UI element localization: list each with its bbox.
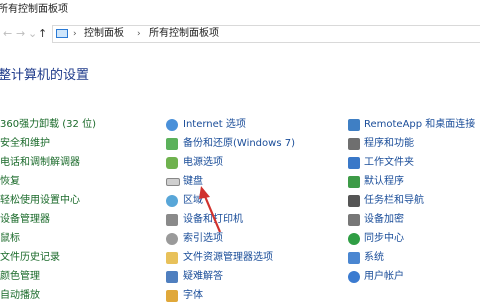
list-item-device-encryption[interactable]: 设备加密 xyxy=(364,214,404,226)
region-icon xyxy=(166,195,178,207)
breadcrumb-control-panel[interactable]: 控制面板 xyxy=(84,26,124,42)
default-programs-icon xyxy=(348,176,360,188)
list-item-default-programs[interactable]: 默认程序 xyxy=(364,176,404,188)
breadcrumb-separator: › xyxy=(137,29,141,39)
list-item-user-accounts[interactable]: 用户帐户 xyxy=(364,271,404,283)
user-accounts-icon xyxy=(348,271,360,283)
list-item-color-management[interactable]: 颜色管理 xyxy=(0,271,40,283)
file-explorer-options-icon xyxy=(166,252,178,264)
list-item-devices-printers[interactable]: 设备和打印机 xyxy=(183,214,243,226)
list-item-file-history[interactable]: 文件历史记录 xyxy=(0,252,60,264)
remoteapp-icon xyxy=(348,119,360,131)
list-item-fonts[interactable]: 字体 xyxy=(183,290,203,302)
list-item-keyboard[interactable]: 键盘 xyxy=(183,176,203,188)
page-title: 整计算机的设置 xyxy=(0,68,90,83)
power-options-icon xyxy=(166,157,178,169)
navigation-bar: ← → ⌄ ↑ › 控制面板 › 所有控制面板项 xyxy=(0,25,480,43)
list-item-security-maintenance[interactable]: 安全和维护 xyxy=(0,138,50,150)
list-item-phone-modem[interactable]: 电话和调制解调器 xyxy=(0,157,80,169)
list-item-internet-options[interactable]: Internet 选项 xyxy=(183,119,246,131)
list-item-remoteapp[interactable]: RemoteApp 和桌面连接 xyxy=(364,119,475,131)
list-item-recovery[interactable]: 恢复 xyxy=(0,176,20,188)
list-item-backup-restore[interactable]: 备份和还原(Windows 7) xyxy=(183,138,295,150)
arrow-shaft xyxy=(202,193,222,233)
list-item-file-explorer-options[interactable]: 文件资源管理器选项 xyxy=(183,252,273,264)
list-item-sync-center[interactable]: 同步中心 xyxy=(364,233,404,245)
list-item-work-folders[interactable]: 工作文件夹 xyxy=(364,157,414,169)
up-button[interactable]: ↑ xyxy=(38,26,47,42)
troubleshooting-icon xyxy=(166,271,178,283)
internet-options-icon xyxy=(166,119,178,131)
address-bar[interactable]: › 控制面板 › 所有控制面板项 xyxy=(52,25,480,43)
work-folders-icon xyxy=(348,157,360,169)
programs-features-icon xyxy=(348,138,360,150)
list-item-system[interactable]: 系统 xyxy=(364,252,384,264)
fonts-icon xyxy=(166,290,178,302)
control-panel-icon xyxy=(56,29,68,38)
list-item-ease-of-access[interactable]: 轻松使用设置中心 xyxy=(0,195,80,207)
list-item-region[interactable]: 区域 xyxy=(183,195,203,207)
indexing-options-icon xyxy=(166,233,178,245)
list-item-device-manager[interactable]: 设备管理器 xyxy=(0,214,50,226)
list-item-autoplay[interactable]: 自动播放 xyxy=(0,290,40,302)
recent-locations-button[interactable]: ⌄ xyxy=(28,26,37,42)
list-item-indexing-options[interactable]: 索引选项 xyxy=(183,233,223,245)
list-item-taskbar-navigation[interactable]: 任务栏和导航 xyxy=(364,195,424,207)
backup-restore-icon xyxy=(166,138,178,150)
device-encryption-icon xyxy=(348,214,360,226)
list-item-troubleshooting[interactable]: 疑难解答 xyxy=(183,271,223,283)
list-item-programs-features[interactable]: 程序和功能 xyxy=(364,138,414,150)
list-item-mouse[interactable]: 鼠标 xyxy=(0,233,20,245)
list-item-360-uninstall[interactable]: 360强力卸载 (32 位) xyxy=(0,119,96,131)
back-button[interactable]: ← xyxy=(3,26,12,42)
system-icon xyxy=(348,252,360,264)
devices-printers-icon xyxy=(166,214,178,226)
keyboard-icon xyxy=(166,178,180,186)
breadcrumb-all-items[interactable]: 所有控制面板项 xyxy=(149,26,219,42)
sync-center-icon xyxy=(348,233,360,245)
list-item-power-options[interactable]: 电源选项 xyxy=(183,157,223,169)
taskbar-navigation-icon xyxy=(348,195,360,207)
forward-button[interactable]: → xyxy=(16,26,25,42)
window-title: 所有控制面板项 xyxy=(0,4,68,15)
breadcrumb-separator: › xyxy=(73,29,77,39)
